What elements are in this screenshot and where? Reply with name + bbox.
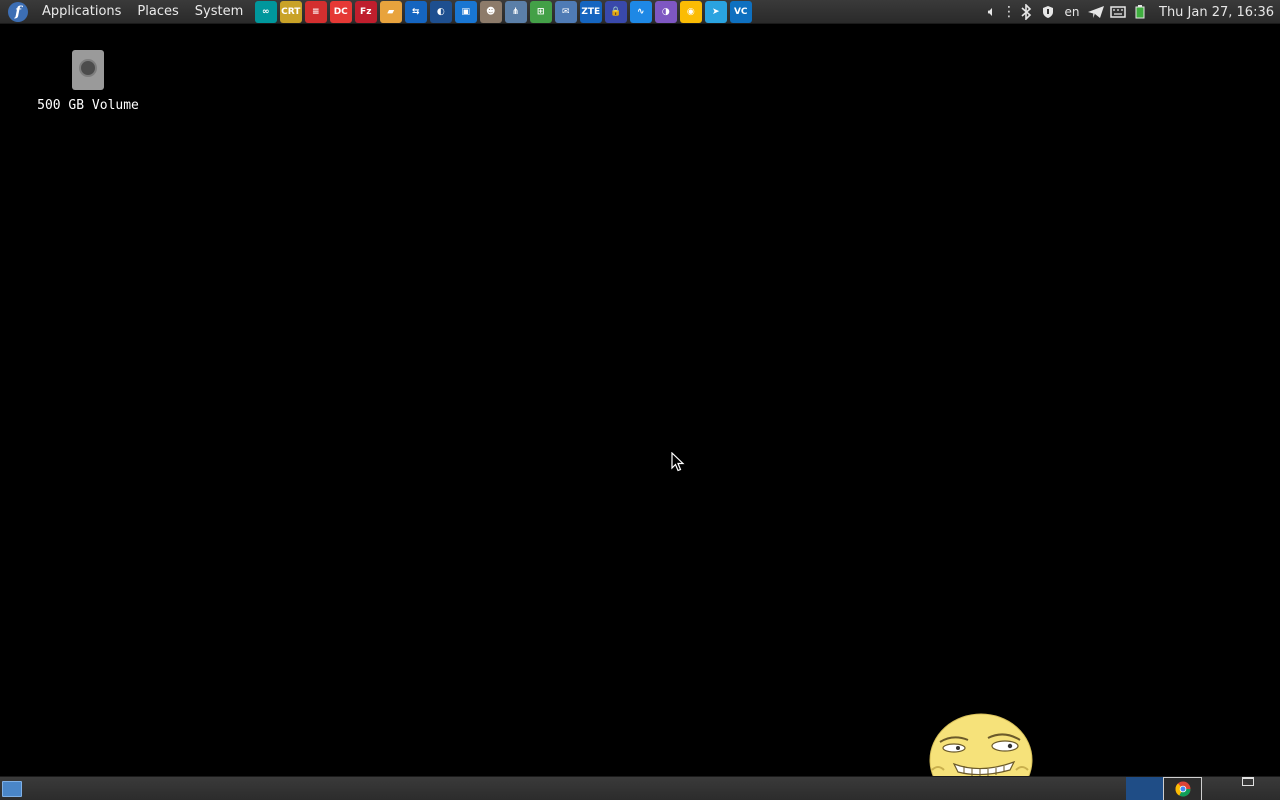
speaker-icon[interactable]: 🔈︎	[981, 0, 1003, 24]
bluetooth-icon[interactable]	[1015, 0, 1037, 24]
teamviewer-icon[interactable]: ⇆	[404, 0, 427, 23]
arduino-icon[interactable]: ∞	[254, 0, 277, 23]
applications-menu[interactable]: Applications	[34, 0, 129, 24]
workspace-2[interactable]	[1163, 777, 1202, 800]
filezilla-icon[interactable]: Fz	[354, 0, 377, 23]
clock[interactable]: Thu Jan 27, 16:36	[1151, 0, 1280, 24]
desktop-icon-label: 500 GB Volume	[37, 98, 139, 113]
desktop-icon-500gb-volume[interactable]: 500 GB Volume	[30, 50, 146, 113]
tor-browser-icon[interactable]: ◑	[654, 0, 677, 23]
system-menu[interactable]: System	[187, 0, 251, 24]
dcc-icon[interactable]: DC	[329, 0, 352, 23]
window-list-button[interactable]	[1242, 777, 1254, 786]
show-desktop-icon[interactable]	[2, 781, 22, 797]
network-icon[interactable]: ⋔	[504, 0, 527, 23]
vscode-icon[interactable]: VC	[729, 0, 752, 23]
launcher-bar: ∞ CRT ≡ DC Fz ▰ ⇆ ◐ ▣ ☻ ⋔ ⊞ ✉ ZTE 🔒 ∿ ◑ ◉ ➤ VC	[253, 0, 753, 24]
chrome-icon[interactable]: ◉	[679, 0, 702, 23]
fedora-logo-icon[interactable]: f	[8, 1, 28, 22]
keepass-icon[interactable]: 🔒	[604, 0, 627, 23]
keyboard-icon[interactable]	[1107, 0, 1129, 24]
filezilla-server-icon[interactable]: ≡	[304, 0, 327, 23]
gimp-icon[interactable]: ☻	[479, 0, 502, 23]
remote-desktop-icon[interactable]: ◐	[429, 0, 452, 23]
meme-face-sticker	[929, 713, 1033, 778]
zte-icon[interactable]: ZTE	[579, 0, 602, 23]
shield-icon[interactable]	[1037, 0, 1059, 24]
bottom-panel	[0, 776, 1280, 800]
chrome-window-icon	[1175, 781, 1190, 797]
top-panel: f Applications Places System ∞ CRT ≡ DC Fz ▰ ⇆…	[0, 0, 1280, 24]
workspace-1[interactable]	[1126, 777, 1163, 800]
menu-bar: f Applications Places System	[0, 0, 251, 24]
oscilloscope-icon[interactable]: ∿	[629, 0, 652, 23]
places-menu[interactable]: Places	[129, 0, 186, 24]
telegram-icon[interactable]: ➤	[704, 0, 727, 23]
vm-icon[interactable]: ▣	[454, 0, 477, 23]
telegram-tray-icon[interactable]	[1085, 0, 1107, 24]
drag-handle-icon[interactable]: ⋮	[1002, 0, 1016, 24]
document-icon[interactable]: ✉	[554, 0, 577, 23]
mouse-cursor-icon	[671, 452, 685, 472]
keyboard-layout-indicator[interactable]: en	[1059, 0, 1085, 24]
display-icon[interactable]: ⊞	[529, 0, 552, 23]
file-manager-icon[interactable]: ▰	[379, 0, 402, 23]
hard-drive-icon	[72, 50, 104, 90]
battery-icon[interactable]	[1129, 0, 1151, 24]
system-tray: 🔈︎ ⋮ en Thu Jan 27, 16:36	[981, 0, 1280, 24]
securecrt-icon[interactable]: CRT	[279, 0, 302, 23]
